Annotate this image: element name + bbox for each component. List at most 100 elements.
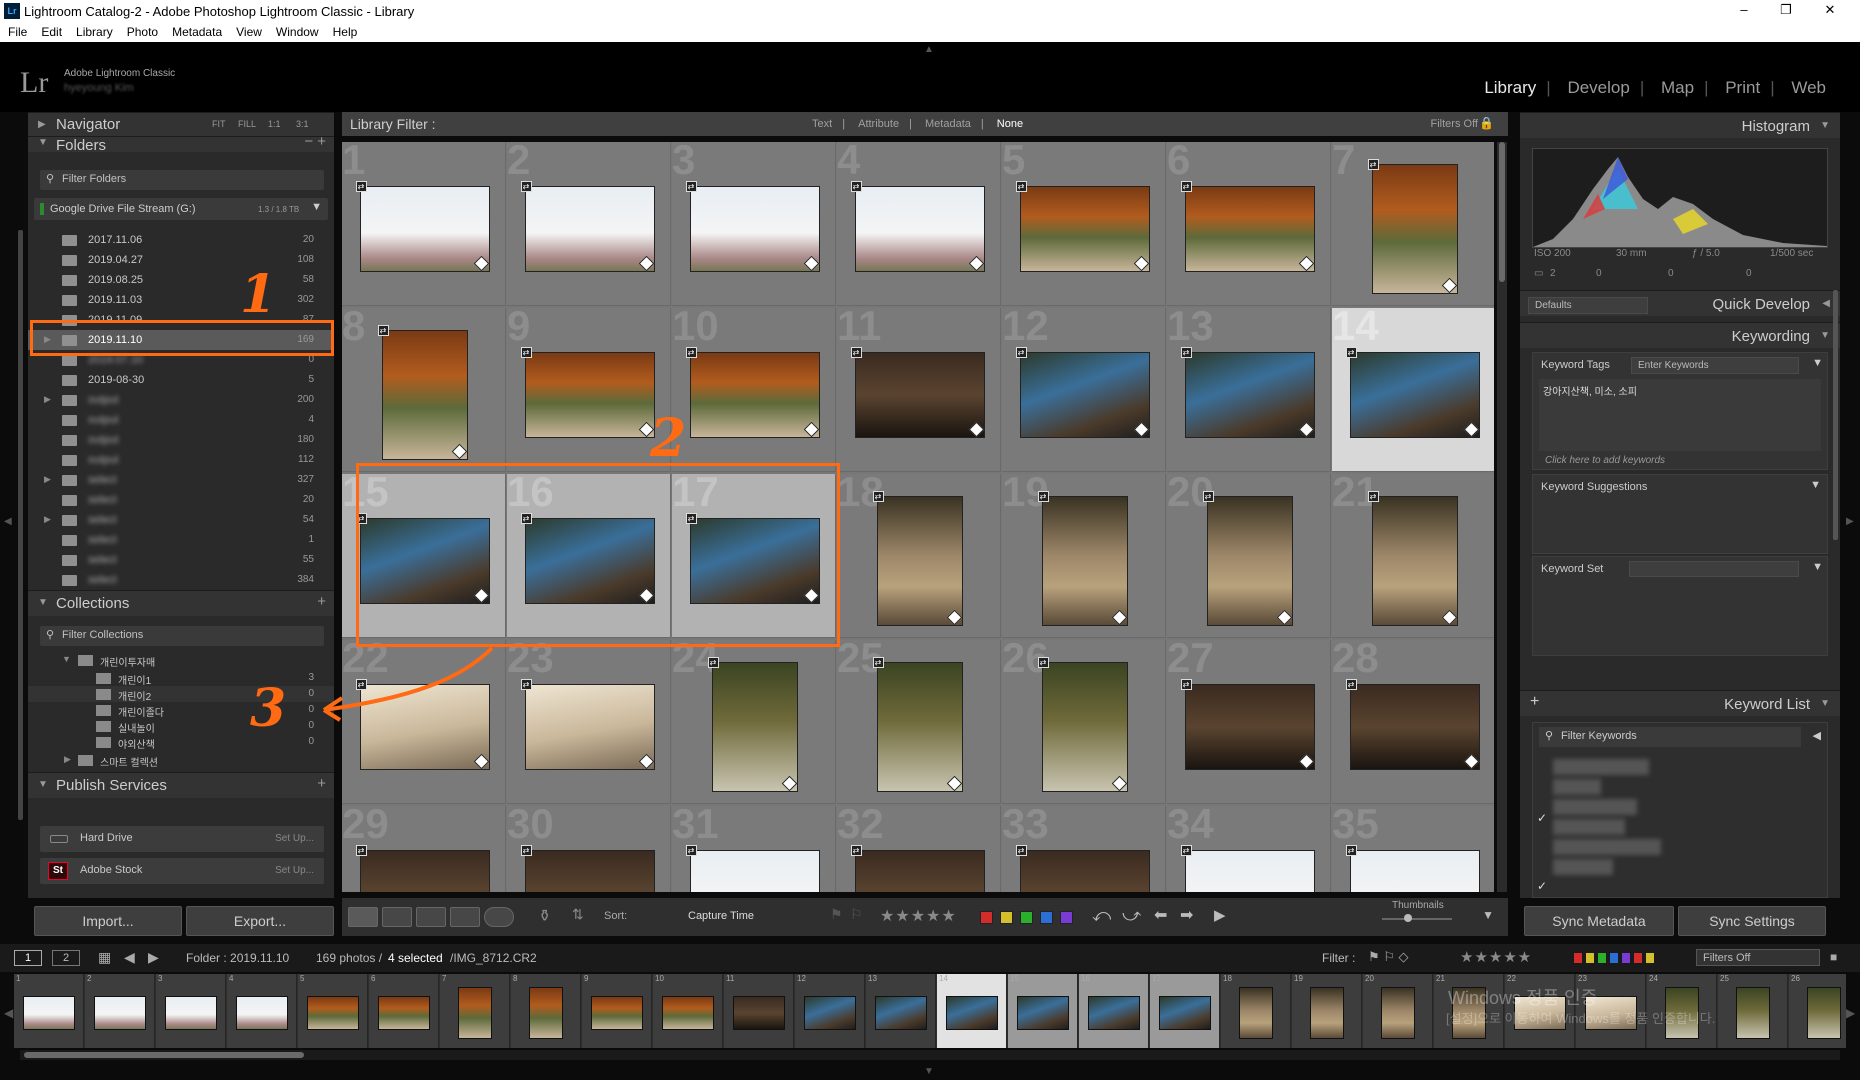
virtual-copy-badge-icon[interactable]: ⇄ xyxy=(520,181,532,192)
grid-cell[interactable]: 11 ⇄ xyxy=(837,302,1001,472)
folders-header[interactable]: ▼ Folders − + xyxy=(28,136,334,152)
module-develop[interactable]: Develop xyxy=(1567,78,1629,97)
survey-view-icon[interactable] xyxy=(450,907,480,927)
add-publish-icon[interactable]: + xyxy=(317,775,326,792)
folder-item[interactable]: output 180 xyxy=(28,430,334,450)
collapse-bottom-icon[interactable]: ▼ xyxy=(924,1066,934,1077)
grid-cell[interactable]: 6 ⇄ xyxy=(1167,142,1331,306)
filmstrip-thumb[interactable]: 3 xyxy=(156,974,226,1048)
photo-thumbnail[interactable] xyxy=(1019,352,1150,438)
add-keywords-hint[interactable]: Click here to add keywords xyxy=(1545,455,1665,466)
grid-cell[interactable]: 19 ⇄ xyxy=(1002,468,1166,638)
filmstrip-thumb[interactable]: 18 xyxy=(1221,974,1291,1048)
toolbar-menu-icon[interactable]: ▼ xyxy=(1482,908,1494,922)
photo-thumbnail[interactable] xyxy=(1371,496,1458,626)
histogram-graph[interactable] xyxy=(1532,148,1828,248)
collapse-triangle-icon[interactable]: ▼ xyxy=(38,597,48,608)
histogram-header[interactable]: Histogram ▼ xyxy=(1520,112,1840,138)
module-map[interactable]: Map xyxy=(1661,78,1694,97)
rotate-left-icon[interactable]: ⤺ xyxy=(1092,905,1111,926)
virtual-copy-badge-icon[interactable]: ⇄ xyxy=(377,325,389,336)
virtual-copy-badge-icon[interactable]: ⇄ xyxy=(1345,347,1357,358)
green-label-swatch[interactable] xyxy=(1020,911,1033,924)
folder-item[interactable]: select 384 xyxy=(28,570,334,590)
zoom-fit[interactable]: FIT xyxy=(212,119,226,129)
add-keyword-icon[interactable]: + xyxy=(1530,693,1539,711)
grid-cell[interactable]: 13 ⇄ xyxy=(1167,302,1331,472)
folder-item[interactable]: ▶ select 327 xyxy=(28,470,334,490)
collapse-triangle-icon[interactable]: ▼ xyxy=(1812,561,1823,573)
folder-item[interactable]: 2019-08-30 5 xyxy=(28,370,334,390)
virtual-copy-badge-icon[interactable]: ⇄ xyxy=(1015,347,1027,358)
grid-cell[interactable]: 33 ⇄ xyxy=(1002,800,1166,892)
add-collection-icon[interactable]: + xyxy=(317,593,326,610)
right-panel-scrollbar[interactable] xyxy=(1833,290,1838,540)
grid-cell[interactable]: 4 ⇄ xyxy=(837,142,1001,306)
filmstrip-thumb[interactable]: 7 xyxy=(440,974,510,1048)
grid-cell[interactable]: 14 ⇄ xyxy=(1332,302,1494,472)
keyword-tags-textarea[interactable]: 강아지산책, 미소, 소피 xyxy=(1539,379,1821,451)
photo-thumbnail[interactable] xyxy=(1041,496,1128,626)
virtual-copy-badge-icon[interactable]: ⇄ xyxy=(520,679,532,690)
grid-cell[interactable]: 10 ⇄ xyxy=(672,302,836,472)
filmstrip-thumb[interactable]: 12 xyxy=(795,974,865,1048)
play-icon[interactable]: ▶ xyxy=(1214,906,1226,924)
photo-thumbnail[interactable] xyxy=(1349,352,1480,438)
expand-triangle-icon[interactable]: ▶ xyxy=(44,474,51,485)
photo-thumbnail[interactable] xyxy=(1371,164,1458,294)
photo-thumbnail[interactable] xyxy=(854,850,985,892)
publish-services-header[interactable]: ▼ Publish Services + xyxy=(28,772,334,798)
sync-metadata-button[interactable]: Sync Metadata xyxy=(1524,906,1674,936)
virtual-copy-badge-icon[interactable]: ⇄ xyxy=(872,491,884,502)
photo-thumbnail[interactable] xyxy=(381,330,468,460)
photo-thumbnail[interactable] xyxy=(1349,684,1480,770)
filmstrip-left-icon[interactable]: ◀ xyxy=(4,1006,13,1020)
photo-thumbnail[interactable] xyxy=(1184,684,1315,770)
navigator-header[interactable]: ▶ Navigator FIT FILL 1:1 3:1 xyxy=(28,112,334,136)
virtual-copy-badge-icon[interactable]: ⇄ xyxy=(1367,159,1379,170)
current-file[interactable]: /IMG_8712.CR2 xyxy=(450,951,537,965)
menu-window[interactable]: Window xyxy=(276,22,319,39)
filmstrip-thumb[interactable]: 26 xyxy=(1789,974,1846,1048)
grid-cell[interactable]: 12 ⇄ xyxy=(1002,302,1166,472)
grid-cell[interactable]: 8 ⇄ xyxy=(342,302,506,472)
photo-thumbnail[interactable] xyxy=(689,850,820,892)
filmstrip-thumb[interactable]: 4 xyxy=(227,974,297,1048)
collapse-triangle-icon[interactable]: ▼ xyxy=(1810,479,1821,491)
keyword-set-dropdown[interactable] xyxy=(1629,561,1799,577)
maximize-button[interactable]: ❐ xyxy=(1766,2,1806,18)
people-view-icon[interactable] xyxy=(484,907,514,927)
grid-cell[interactable]: 28 ⇄ xyxy=(1332,634,1494,804)
set-up-link[interactable]: Set Up... xyxy=(275,865,314,876)
export-button[interactable]: Export... xyxy=(186,906,334,936)
forward-arrow-icon[interactable]: ▶ xyxy=(148,949,159,966)
zoom-fill[interactable]: FILL xyxy=(238,119,256,129)
folder-item[interactable]: output 112 xyxy=(28,450,334,470)
photo-thumbnail[interactable] xyxy=(876,662,963,792)
publish-adobe-stock[interactable]: St Adobe Stock Set Up... xyxy=(40,858,324,884)
sort-dropdown[interactable]: Capture Time xyxy=(688,910,754,922)
virtual-copy-badge-icon[interactable]: ⇄ xyxy=(1180,845,1192,856)
current-folder[interactable]: Folder : 2019.11.10 xyxy=(186,951,289,965)
loupe-view-icon[interactable] xyxy=(382,907,412,927)
photo-thumbnail[interactable] xyxy=(524,186,655,272)
folder-item[interactable]: ▶ output 200 xyxy=(28,390,334,410)
filmstrip-thumb[interactable]: 25 xyxy=(1718,974,1788,1048)
rotate-right-icon[interactable]: ⤻ xyxy=(1122,905,1141,926)
virtual-copy-badge-icon[interactable]: ⇄ xyxy=(872,657,884,668)
grid-cell[interactable]: 9 ⇄ xyxy=(507,302,671,472)
virtual-copy-badge-icon[interactable]: ⇄ xyxy=(355,845,367,856)
collapse-triangle-icon[interactable]: ▼ xyxy=(1820,120,1830,131)
folder-item[interactable]: 2019.11.03 302 xyxy=(28,290,334,310)
next-arrow-icon[interactable]: ➡ xyxy=(1180,905,1193,925)
virtual-copy-badge-icon[interactable]: ⇄ xyxy=(707,657,719,668)
menu-help[interactable]: Help xyxy=(333,22,358,39)
grid-cell[interactable]: 21 ⇄ xyxy=(1332,468,1494,638)
filmstrip-thumb[interactable]: 6 xyxy=(369,974,439,1048)
photo-thumbnail[interactable] xyxy=(1041,662,1128,792)
filmstrip-thumb[interactable]: 10 xyxy=(653,974,723,1048)
photo-thumbnail[interactable] xyxy=(359,186,490,272)
grid-cell[interactable]: 34 ⇄ xyxy=(1167,800,1331,892)
flag-filter-icon[interactable]: ⚑ ⚐ ◇ xyxy=(1368,949,1409,965)
minimize-button[interactable]: – xyxy=(1724,2,1764,17)
